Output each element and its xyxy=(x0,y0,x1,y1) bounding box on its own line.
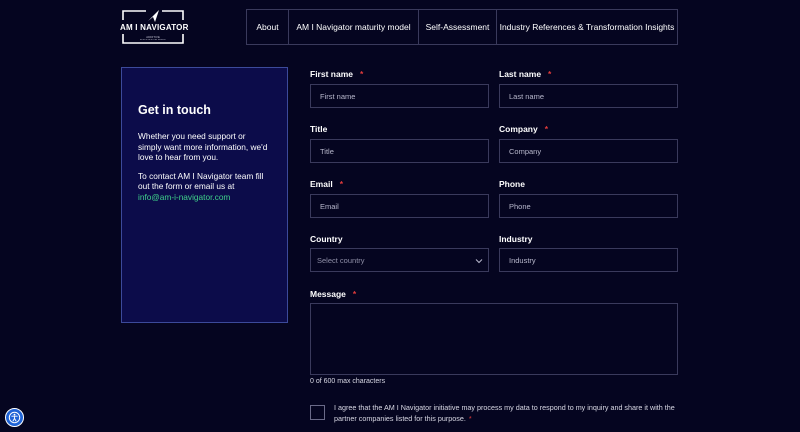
logo-title: AM I NAVIGATOR xyxy=(120,23,189,32)
consent-text: I agree that the AM I Navigator initiati… xyxy=(334,403,675,423)
message-textarea[interactable] xyxy=(310,303,678,375)
accessibility-icon xyxy=(8,411,21,424)
first-name-label-text: First name xyxy=(310,69,353,79)
industry-label: Industry xyxy=(499,234,533,244)
accessibility-button[interactable] xyxy=(5,408,24,427)
first-name-label: First name * xyxy=(310,69,363,79)
required-marker: * xyxy=(468,414,472,423)
contact-instruction-block: To contact AM I Navigator team fill out … xyxy=(138,171,271,203)
contact-title: Get in touch xyxy=(138,103,211,117)
required-marker: * xyxy=(352,289,357,299)
contact-card: Get in touch Whether you need support or… xyxy=(121,67,288,323)
title-label: Title xyxy=(310,124,327,134)
site-logo[interactable]: AM I NAVIGATOR ADDITIVE MANUFACTURING NA… xyxy=(120,8,189,46)
chevron-down-icon xyxy=(475,259,483,264)
phone-label-text: Phone xyxy=(499,179,525,189)
required-marker: * xyxy=(339,179,343,189)
country-select[interactable]: Select country xyxy=(310,248,489,272)
contact-email-link[interactable]: info@am-i-navigator.com xyxy=(138,192,230,202)
company-label: Company * xyxy=(499,124,548,134)
last-name-label-text: Last name xyxy=(499,69,542,79)
email-label: Email * xyxy=(310,179,343,189)
nav-self-assessment[interactable]: Self-Assessment xyxy=(418,10,496,44)
phone-label: Phone xyxy=(499,179,525,189)
first-name-input[interactable] xyxy=(310,84,489,108)
industry-input[interactable] xyxy=(499,248,678,272)
message-label-text: Message xyxy=(310,289,346,299)
consent-checkbox[interactable] xyxy=(310,405,325,420)
company-label-text: Company xyxy=(499,124,538,134)
nav-about[interactable]: About xyxy=(247,10,288,44)
contact-instruction: To contact AM I Navigator team fill out … xyxy=(138,170,264,192)
nav-maturity-model[interactable]: AM I Navigator maturity model xyxy=(288,10,418,44)
required-marker: * xyxy=(360,69,364,79)
nav-industry-references[interactable]: Industry References & Transformation Ins… xyxy=(496,10,677,44)
company-input[interactable] xyxy=(499,139,678,163)
required-marker: * xyxy=(548,69,552,79)
email-label-text: Email xyxy=(310,179,333,189)
last-name-label: Last name * xyxy=(499,69,551,79)
phone-input[interactable] xyxy=(499,194,678,218)
country-label-text: Country xyxy=(310,234,343,244)
message-char-counter: 0 of 600 max characters xyxy=(310,378,386,385)
required-marker: * xyxy=(544,124,549,134)
contact-intro: Whether you need support or simply want … xyxy=(138,131,268,162)
title-input[interactable] xyxy=(310,139,489,163)
main-nav: About AM I Navigator maturity model Self… xyxy=(246,9,678,45)
email-input[interactable] xyxy=(310,194,489,218)
message-label: Message * xyxy=(310,289,356,299)
country-label: Country xyxy=(310,234,343,244)
country-select-value: Select country xyxy=(317,256,365,265)
title-label-text: Title xyxy=(310,124,328,134)
industry-label-text: Industry xyxy=(499,234,533,244)
last-name-input[interactable] xyxy=(499,84,678,108)
consent-label: I agree that the AM I Navigator initiati… xyxy=(334,402,684,424)
logo-tagline: ADDITIVE MANUFACTURING NAVIGATOR xyxy=(139,36,167,40)
